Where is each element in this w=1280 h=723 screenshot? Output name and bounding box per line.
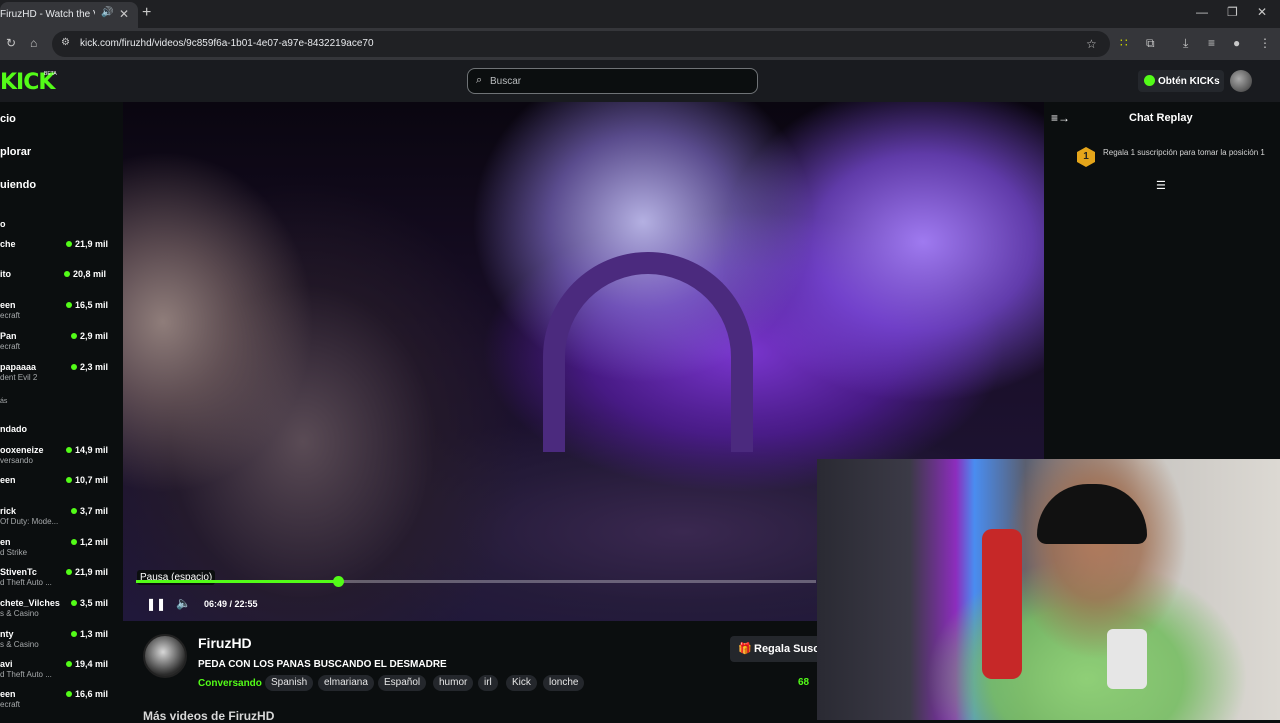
tag[interactable]: humor (433, 675, 474, 691)
beta-badge: BETA (44, 71, 57, 77)
chat-title: Chat Replay (1129, 112, 1193, 124)
extensions-puzzle-icon[interactable]: ⧉ (1146, 36, 1155, 51)
sidebar-channel[interactable]: StivenTc d Theft Auto ... 21,9 mil (0, 567, 123, 597)
sidebar: cio plorar uiendo o che 21,9 mil ito 20,8 … (0, 102, 123, 720)
streamer-cap (1037, 484, 1147, 544)
nav-browse[interactable]: plorar (0, 146, 31, 158)
expand-pinned-icon[interactable]: ☰ (1156, 179, 1166, 192)
time-display: 06:49 / 22:55 (204, 599, 258, 609)
gift-icon: 🎁 (738, 643, 752, 655)
sidebar-channel[interactable]: ooxeneize versando 14,9 mil (0, 445, 123, 475)
webcam-overlay (817, 459, 1280, 720)
progress-handle[interactable] (332, 576, 344, 587)
menu-kebab-icon[interactable]: ⋮ (1259, 36, 1271, 50)
video-frame-arch (543, 252, 753, 452)
speaker-icon[interactable]: 🔊 (101, 7, 113, 18)
restore-icon[interactable]: ❐ (1227, 5, 1238, 19)
collapse-chat-icon[interactable]: ≡→ (1051, 111, 1070, 125)
address-bar[interactable]: ⚙ kick.com/firuzhd/videos/9c859f6a-1b01-… (52, 31, 1110, 57)
sidebar-channel[interactable]: Pan ecraft 2,9 mil (0, 331, 123, 361)
volume-icon[interactable]: 🔈 (176, 596, 191, 610)
channel-name[interactable]: FiruzHD (198, 635, 252, 651)
progress-bar[interactable] (136, 576, 816, 587)
sidebar-channel[interactable]: papaaaa dent Evil 2 2,3 mil (0, 362, 123, 392)
new-tab-icon[interactable]: + (142, 4, 151, 22)
tag[interactable]: Kick (506, 675, 537, 691)
tag[interactable]: lonche (543, 675, 585, 691)
nav-following[interactable]: uiendo (0, 179, 36, 191)
viewer-count: 68 (798, 677, 810, 688)
sidebar-channel[interactable]: chete_Vilches s & Casino 3,5 mil (0, 598, 123, 628)
category-link[interactable]: Conversando (198, 678, 262, 689)
reading-list-icon[interactable]: ≡ (1208, 36, 1215, 50)
profile-icon[interactable]: ● (1233, 36, 1240, 50)
gaming-chair (982, 529, 1022, 679)
sidebar-channel[interactable]: nty s & Casino 1,3 mil (0, 629, 123, 659)
search-placeholder: Buscar (490, 76, 522, 87)
gift-rank-badge: 1 (1077, 147, 1095, 167)
sidebar-channel[interactable]: ito 20,8 mil (0, 269, 123, 299)
tab-title: FiruzHD - Watch the VOD o (0, 9, 95, 20)
minimize-icon[interactable]: — (1196, 5, 1208, 19)
download-icon[interactable]: ⤓ (1183, 36, 1188, 51)
gift-leaderboard-text[interactable]: Regala 1 suscripción para tomar la posic… (1103, 148, 1273, 157)
close-window-icon[interactable]: ✕ (1257, 5, 1267, 19)
get-kicks-button[interactable]: Obtén KICKs (1138, 70, 1224, 92)
gift-sub-label: Regala Susc (754, 643, 820, 655)
sidebar-channel[interactable]: een ecraft 16,5 mil (0, 300, 123, 330)
tag[interactable]: Spanish (265, 675, 314, 691)
sidebar-channel[interactable]: een ecraft 16,6 mil (0, 689, 123, 719)
bookmark-star-icon[interactable]: ☆ (1086, 37, 1097, 51)
progress-fill (136, 580, 338, 583)
get-kicks-label: Obtén KICKs (1158, 76, 1220, 87)
pause-icon[interactable]: ❚❚ (146, 597, 166, 611)
search-icon: ⌕ (476, 74, 483, 86)
tag[interactable]: elmariana (318, 675, 374, 691)
search-input[interactable]: ⌕ Buscar (467, 68, 758, 94)
browser-tab[interactable]: FiruzHD - Watch the VOD o 🔊 ✕ (0, 2, 138, 28)
more-videos-heading: Más videos de FiruzHD (143, 709, 275, 723)
channel-avatar[interactable] (143, 634, 187, 678)
home-icon[interactable]: ⌂ (30, 36, 37, 50)
gift-sub-button[interactable]: 🎁 Regala Susc (730, 636, 824, 662)
reload-icon[interactable]: ↻ (6, 36, 16, 50)
section-recommended-header: ndado (0, 424, 27, 434)
address-bar-row: ↻ ⌂ ⚙ kick.com/firuzhd/videos/9c859f6a-1… (0, 28, 1280, 60)
nav-home[interactable]: cio (0, 113, 16, 125)
tag[interactable]: irl (478, 675, 498, 691)
site-info-icon[interactable]: ⚙ (61, 37, 70, 48)
section-following-header: o (0, 219, 6, 229)
sidebar-channel[interactable]: avi d Theft Auto ... 19,4 mil (0, 659, 123, 689)
user-avatar[interactable] (1230, 70, 1252, 92)
tag[interactable]: Español (378, 675, 427, 691)
video-title: PEDA CON LOS PANAS BUSCANDO EL DESMADRE (198, 659, 447, 670)
sidebar-channel[interactable]: en d Strike 1,2 mil (0, 537, 123, 567)
sidebar-channel[interactable]: een 10,7 mil (0, 475, 123, 505)
show-more-link[interactable]: ás (0, 398, 7, 405)
microphone-arm (1107, 629, 1147, 689)
sidebar-channel[interactable]: che 21,9 mil (0, 239, 123, 269)
extension-icon[interactable]: ∷ (1120, 36, 1128, 50)
kicks-coin-icon (1144, 75, 1155, 86)
site-header: KICK BETA ⌕ Buscar Obtén KICKs (0, 60, 1280, 102)
close-tab-icon[interactable]: ✕ (119, 7, 129, 21)
browser-tab-bar: FiruzHD - Watch the VOD o 🔊 ✕ + — ❐ ✕ (0, 0, 1280, 28)
sidebar-channel[interactable]: rick Of Duty: Mode... 3,7 mil (0, 506, 123, 536)
url-text: kick.com/firuzhd/videos/9c859f6a-1b01-4e… (80, 38, 374, 49)
